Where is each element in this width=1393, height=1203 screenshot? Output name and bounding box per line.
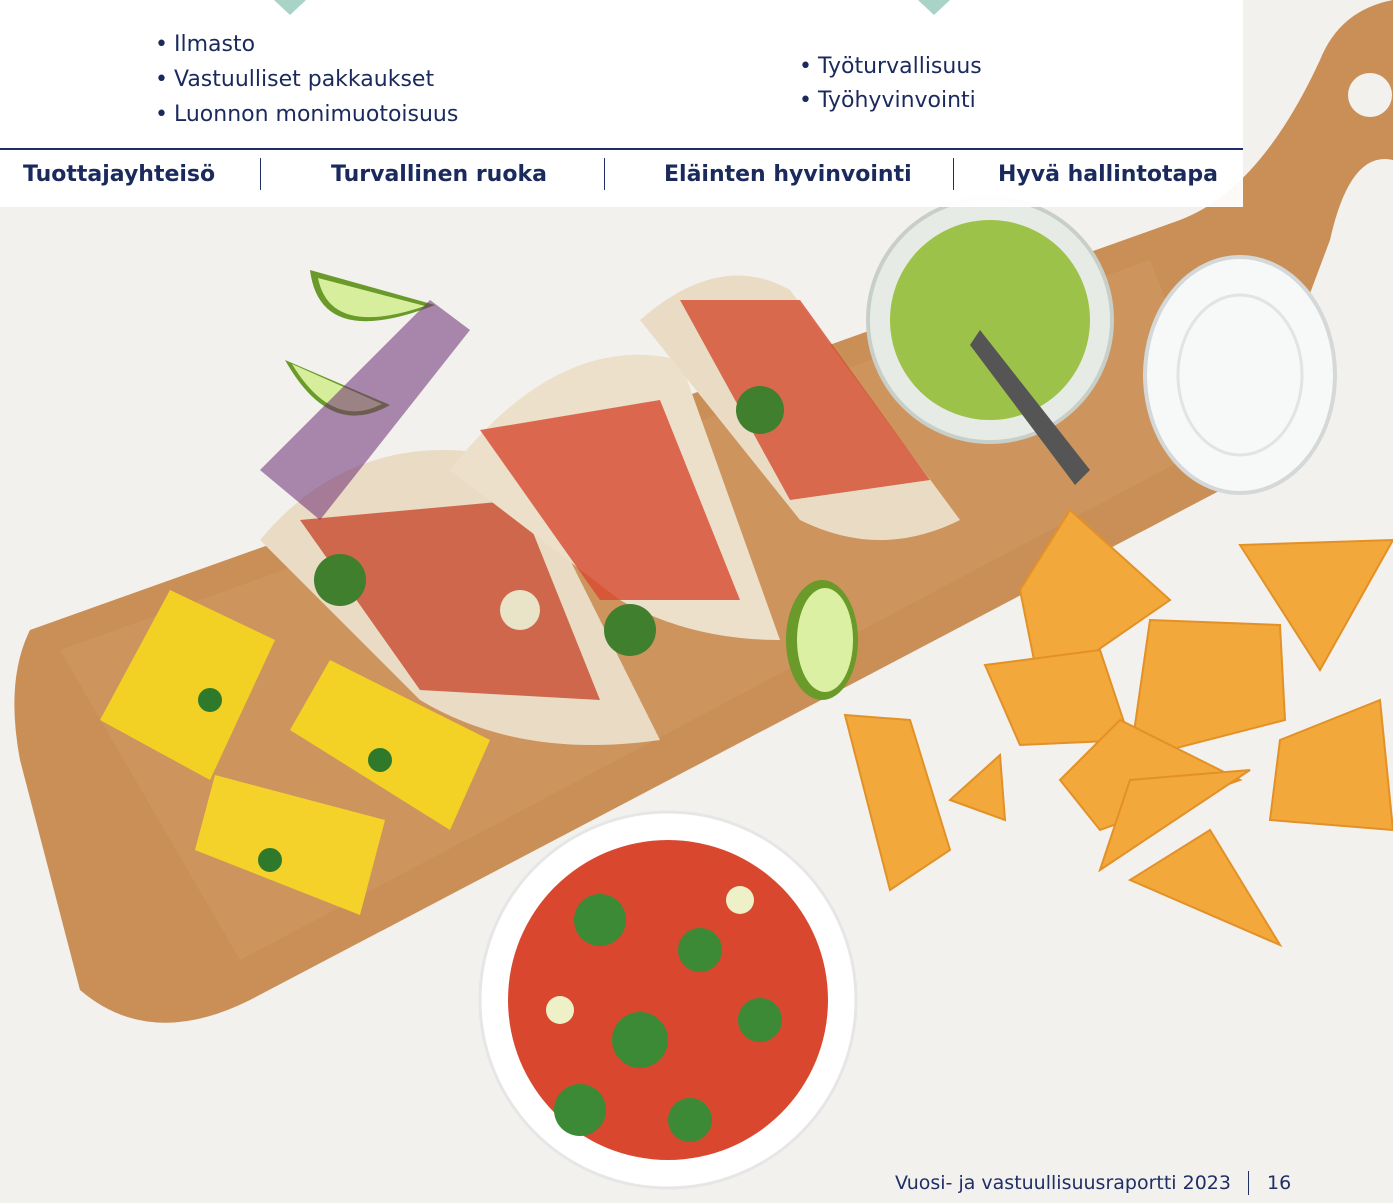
environment-topics-list: • Ilmasto • Vastuulliset pakkaukset • Luonn… [155,27,458,132]
category-safe-food: Turvallinen ruoka [331,162,547,187]
page-number: 16 [1267,1172,1292,1194]
empty-jar [1143,255,1337,495]
category-producer-community: Tuottajayhteisö [23,162,216,187]
bullet-icon: • [799,54,812,79]
list-item: • Työhyvinvointi [799,88,976,113]
list-item: • Luonnon monimuotoisuus [155,102,459,127]
category-separator [260,158,261,190]
category-separator [953,158,954,190]
personnel-topics-list: • Työturvallisuus • Työhyvinvointi [799,50,982,118]
category-separator [604,158,605,190]
salsa-bowl [478,810,858,1190]
category-good-governance: Hyvä hallintotapa [998,162,1218,187]
list-item: • Työturvallisuus [799,54,982,79]
divider-line [0,148,1243,150]
list-item: • Ilmasto [155,32,256,57]
bullet-icon: • [155,102,168,127]
bullet-icon: • [155,67,168,92]
pointer-marker-left [274,0,306,15]
pointer-marker-right [918,0,950,15]
footer-separator [1248,1171,1249,1195]
report-title: Vuosi- ja vastuullisuusraportti 2023 [895,1172,1231,1194]
category-animal-welfare: Eläinten hyvinvointi [664,162,912,187]
bullet-icon: • [799,88,812,113]
bullet-icon: • [155,32,168,57]
list-item: • Vastuulliset pakkaukset [155,67,435,92]
